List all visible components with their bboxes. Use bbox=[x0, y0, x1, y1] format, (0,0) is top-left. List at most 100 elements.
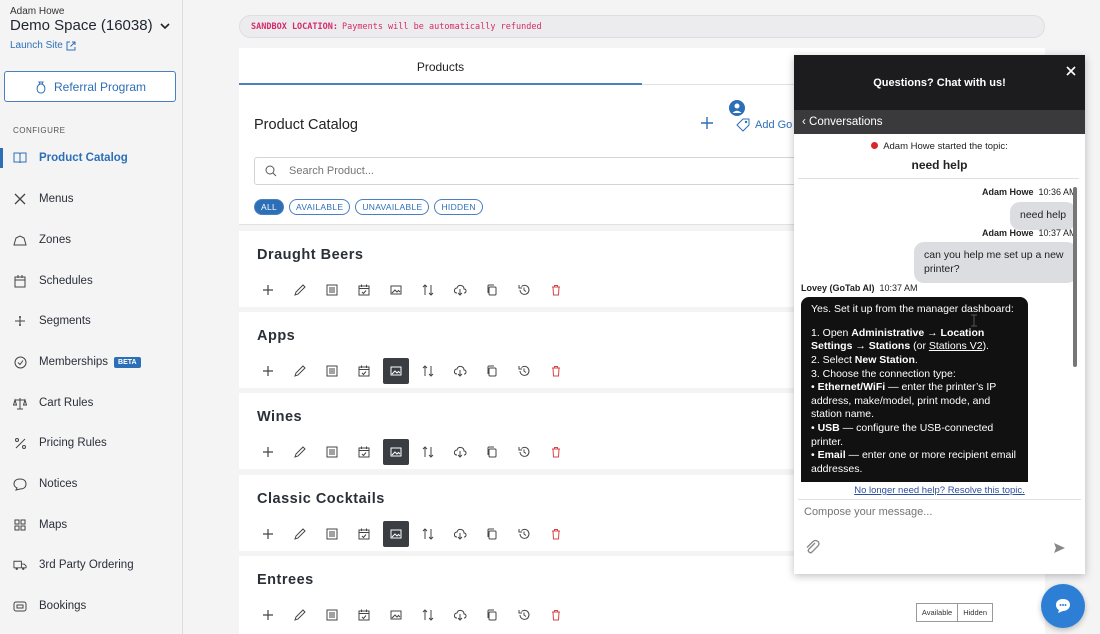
copy-icon bbox=[487, 446, 497, 458]
tab-products[interactable]: Products bbox=[239, 48, 642, 85]
image-button[interactable] bbox=[383, 439, 409, 465]
sidebar-item-maps[interactable]: Maps bbox=[0, 510, 182, 540]
duplicate-button[interactable] bbox=[479, 358, 505, 384]
details-button[interactable] bbox=[319, 602, 345, 628]
ai-intro: Yes. Set it up from the manager dashboar… bbox=[811, 303, 1014, 315]
chat-close-button[interactable] bbox=[1066, 64, 1076, 79]
sidebar-item-schedules[interactable]: Schedules bbox=[0, 266, 182, 296]
add-item-button[interactable] bbox=[255, 277, 281, 303]
history-button[interactable] bbox=[511, 521, 537, 547]
resolve-topic-link[interactable]: No longer need help? Resolve this topic. bbox=[794, 485, 1085, 496]
edit-button[interactable] bbox=[287, 277, 313, 303]
details-button[interactable] bbox=[319, 439, 345, 465]
sort-button[interactable] bbox=[415, 358, 441, 384]
add-item-button[interactable] bbox=[255, 358, 281, 384]
attach-button[interactable] bbox=[803, 538, 821, 561]
download-button[interactable] bbox=[447, 277, 473, 303]
history-button[interactable] bbox=[511, 277, 537, 303]
delete-button[interactable] bbox=[543, 439, 569, 465]
sidebar-item-label: Maps bbox=[39, 519, 68, 531]
status-hidden-button[interactable]: Hidden bbox=[958, 603, 993, 622]
schedule-button[interactable] bbox=[351, 521, 377, 547]
delete-button[interactable] bbox=[543, 602, 569, 628]
schedule-button[interactable] bbox=[351, 277, 377, 303]
launch-site-link[interactable]: Launch Site bbox=[10, 40, 76, 51]
add-product-button[interactable] bbox=[700, 114, 714, 135]
search-field[interactable] bbox=[254, 157, 854, 185]
filter-unavailable[interactable]: UNAVAILABLE bbox=[355, 199, 430, 215]
filter-available[interactable]: AVAILABLE bbox=[289, 199, 351, 215]
sort-button[interactable] bbox=[415, 439, 441, 465]
search-input[interactable] bbox=[289, 165, 689, 177]
edit-button[interactable] bbox=[287, 439, 313, 465]
sidebar-item-cart-rules[interactable]: Cart Rules bbox=[0, 388, 182, 418]
compose-input[interactable] bbox=[804, 506, 1064, 518]
schedule-button[interactable] bbox=[351, 439, 377, 465]
duplicate-button[interactable] bbox=[479, 277, 505, 303]
sidebar-item-3rd-party-ordering[interactable]: 3rd Party Ordering bbox=[0, 550, 182, 580]
referral-program-button[interactable]: Referral Program bbox=[4, 71, 176, 102]
details-button[interactable] bbox=[319, 358, 345, 384]
add-go-button[interactable]: Add Go bbox=[735, 117, 792, 133]
duplicate-button[interactable] bbox=[479, 521, 505, 547]
category-toolbar bbox=[255, 439, 569, 465]
image-button[interactable] bbox=[383, 358, 409, 384]
history-button[interactable] bbox=[511, 358, 537, 384]
edit-button[interactable] bbox=[287, 521, 313, 547]
conversations-back-button[interactable]: ‹ Conversations bbox=[794, 110, 1085, 134]
edit-button[interactable] bbox=[287, 602, 313, 628]
trash-icon bbox=[552, 610, 560, 621]
sort-button[interactable] bbox=[415, 521, 441, 547]
download-button[interactable] bbox=[447, 439, 473, 465]
chat-launcher-button[interactable] bbox=[1041, 584, 1085, 628]
sidebar-item-memberships[interactable]: Memberships BETA bbox=[0, 347, 182, 377]
delete-button[interactable] bbox=[543, 358, 569, 384]
sidebar-item-pricing-rules[interactable]: Pricing Rules bbox=[0, 428, 182, 458]
message-time: 10:37 AM bbox=[879, 283, 918, 293]
category-title: Wines bbox=[257, 409, 303, 425]
filter-all[interactable]: ALL bbox=[254, 199, 285, 215]
sort-button[interactable] bbox=[415, 277, 441, 303]
details-button[interactable] bbox=[319, 277, 345, 303]
pencil-icon bbox=[294, 609, 306, 621]
download-button[interactable] bbox=[447, 602, 473, 628]
send-button[interactable] bbox=[1053, 541, 1066, 559]
history-button[interactable] bbox=[511, 602, 537, 628]
image-button[interactable] bbox=[383, 521, 409, 547]
status-available-button[interactable]: Available bbox=[915, 603, 959, 622]
sidebar-item-segments[interactable]: Segments bbox=[0, 306, 182, 336]
delete-button[interactable] bbox=[543, 277, 569, 303]
image-button[interactable] bbox=[383, 602, 409, 628]
stations-v2-link[interactable]: Stations V2 bbox=[929, 340, 983, 352]
schedule-button[interactable] bbox=[351, 602, 377, 628]
image-button[interactable] bbox=[383, 277, 409, 303]
delete-button[interactable] bbox=[543, 521, 569, 547]
sort-button[interactable] bbox=[415, 602, 441, 628]
sidebar-item-zones[interactable]: Zones bbox=[0, 225, 182, 255]
sidebar-item-menus[interactable]: Menus bbox=[0, 184, 182, 214]
edit-button[interactable] bbox=[287, 358, 313, 384]
duplicate-button[interactable] bbox=[479, 602, 505, 628]
history-button[interactable] bbox=[511, 439, 537, 465]
image-icon bbox=[390, 529, 402, 539]
category-title: Draught Beers bbox=[257, 247, 364, 263]
sidebar-item-product-catalog[interactable]: Product Catalog bbox=[0, 143, 182, 173]
add-item-button[interactable] bbox=[255, 602, 281, 628]
add-item-button[interactable] bbox=[255, 439, 281, 465]
details-button[interactable] bbox=[319, 521, 345, 547]
sort-icon bbox=[422, 446, 434, 458]
sidebar-item-notices[interactable]: Notices bbox=[0, 469, 182, 499]
download-button[interactable] bbox=[447, 358, 473, 384]
sidebar-item-bookings[interactable]: Bookings bbox=[0, 591, 182, 621]
trash-icon bbox=[552, 447, 560, 458]
add-item-button[interactable] bbox=[255, 521, 281, 547]
space-selector[interactable]: Demo Space (16038) bbox=[10, 17, 171, 34]
message-time: 10:37 AM bbox=[1038, 228, 1077, 238]
filter-hidden[interactable]: HIDDEN bbox=[434, 199, 483, 215]
schedule-button[interactable] bbox=[351, 358, 377, 384]
duplicate-button[interactable] bbox=[479, 439, 505, 465]
download-button[interactable] bbox=[447, 521, 473, 547]
history-icon bbox=[518, 609, 530, 620]
message-time: 10:36 AM bbox=[1038, 187, 1077, 197]
chat-scrollbar[interactable] bbox=[1073, 187, 1077, 367]
